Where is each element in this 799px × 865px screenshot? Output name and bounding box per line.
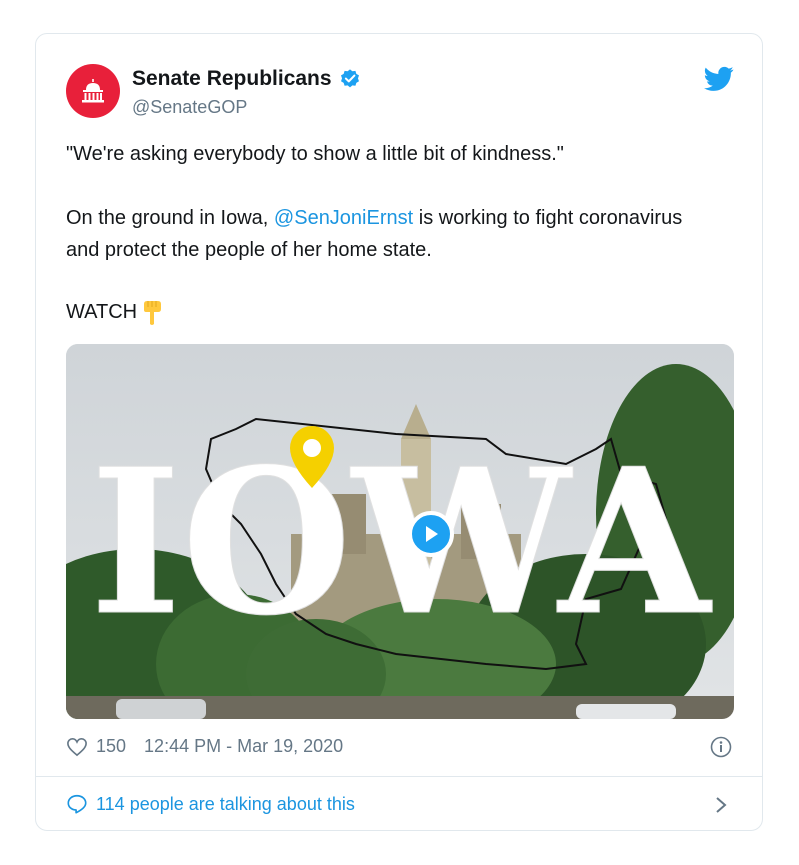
author-handle[interactable]: @SenateGOP	[132, 97, 247, 118]
video-thumbnail: IOWA	[66, 344, 734, 719]
info-icon[interactable]	[710, 736, 732, 758]
like-count[interactable]: 150	[96, 736, 126, 757]
avatar[interactable]	[66, 64, 120, 118]
watch-label: WATCH	[66, 301, 138, 323]
twitter-bird-icon[interactable]	[704, 66, 734, 92]
tweet-text-watch: WATCH	[66, 296, 165, 328]
speech-bubble-icon	[67, 794, 87, 814]
tweet-card[interactable]: Senate Republicans @SenateGOP "We're ask…	[35, 33, 763, 831]
play-button[interactable]	[408, 511, 454, 557]
mention-link[interactable]: @SenJoniErnst	[274, 207, 413, 229]
verified-badge-icon	[340, 69, 359, 88]
heart-icon[interactable]	[66, 737, 88, 757]
divider	[36, 776, 762, 777]
tweet-text-body-start: On the ground in Iowa,	[66, 207, 274, 229]
iowa-overlay-text: IOWA	[90, 425, 713, 660]
tweet-text-body: On the ground in Iowa, @SenJoniErnst is …	[66, 202, 686, 266]
tweet-meta: 150 12:44 PM - Mar 19, 2020	[66, 736, 343, 757]
tweet-timestamp[interactable]: 12:44 PM - Mar 19, 2020	[144, 736, 343, 757]
capitol-icon	[82, 79, 104, 103]
conversation-link[interactable]: 114 people are talking about this	[66, 793, 355, 815]
video-media[interactable]: IOWA	[66, 344, 734, 719]
tweet-text-quote: "We're asking everybody to show a little…	[66, 143, 564, 165]
pointing-down-emoji	[144, 301, 162, 325]
talking-count-label[interactable]: 114 people are talking about this	[96, 794, 355, 815]
chevron-right-icon[interactable]	[714, 795, 728, 815]
play-icon	[426, 526, 438, 542]
author-name[interactable]: Senate Republicans	[132, 67, 332, 91]
